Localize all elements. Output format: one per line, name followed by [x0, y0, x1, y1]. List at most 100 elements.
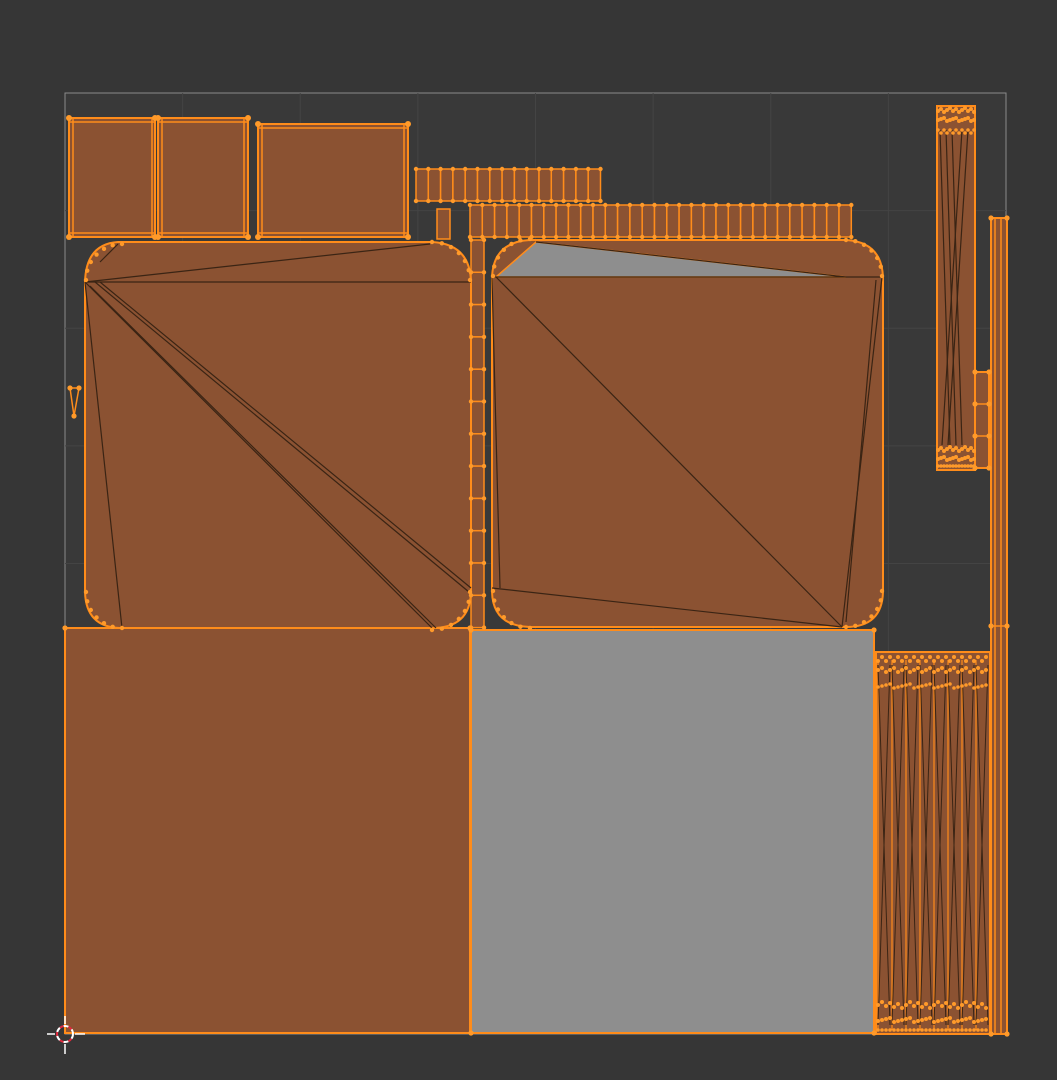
uv-strip-row-top[interactable] [415, 168, 602, 202]
strip-cell [452, 168, 466, 202]
uv-vertex [969, 446, 973, 450]
uv-vertex [972, 1001, 976, 1005]
uv-vertex [976, 1028, 980, 1032]
uv-island-rounded-right[interactable] [491, 239, 884, 628]
uv-vertex [956, 659, 960, 663]
uv-vertex [578, 202, 583, 208]
uv-island-bottom-left[interactable] [64, 627, 471, 1034]
uv-vertex [664, 202, 669, 208]
uv-vertex [615, 202, 620, 208]
uv-vertex [245, 234, 251, 240]
uv-vertex [939, 131, 943, 135]
uv-vertex [879, 273, 885, 279]
uv-vertex [110, 243, 115, 248]
uv-vertex [492, 264, 497, 269]
uv-vertex [836, 234, 842, 240]
uv-vertex [853, 623, 858, 628]
uv-vertex [62, 625, 68, 631]
uv-island-rounded-left[interactable] [84, 241, 472, 629]
uv-vertex [954, 455, 958, 459]
uv-vertex [972, 457, 976, 461]
uv-vertex [972, 401, 978, 407]
rounded-face-left[interactable] [84, 241, 472, 629]
uv-vertex [876, 1028, 880, 1032]
uv-vertex [504, 202, 510, 208]
strip-cell [436, 208, 451, 240]
uv-vertex [944, 1017, 948, 1021]
uv-vertex [908, 659, 912, 663]
uv-vertex [664, 234, 669, 240]
uv-vertex [463, 166, 468, 172]
uv-vertex [968, 1016, 972, 1020]
uv-island-small-boxes[interactable] [68, 117, 409, 238]
strip-cell [629, 204, 643, 238]
uv-vertex [689, 202, 694, 208]
uv-vertex [871, 627, 877, 633]
strip-cell [470, 497, 485, 532]
small-strip-cells[interactable] [974, 371, 990, 469]
uv-vertex [467, 277, 473, 283]
uv-vertex [984, 1006, 988, 1010]
uv-vertex [463, 198, 468, 204]
uv-vertex [499, 198, 505, 204]
uv-vertex [988, 215, 994, 221]
uv-box-2[interactable] [157, 117, 249, 238]
uv-box-1[interactable] [68, 117, 156, 238]
uv-vertex [932, 1028, 936, 1032]
uv-vertex [920, 655, 924, 659]
uv-vertex [578, 234, 583, 240]
strip-cell [525, 168, 540, 202]
uv-vertex [481, 367, 487, 372]
uv-vertex [952, 686, 956, 690]
uv-vertex [549, 198, 554, 204]
uv-vertex [980, 684, 984, 688]
uv-vertex [920, 1028, 924, 1032]
uv-vertex [468, 463, 474, 469]
uv-vertex [490, 273, 496, 279]
uv-vertex [439, 241, 445, 246]
uv-vertex [960, 1018, 964, 1022]
strip-cell [493, 204, 508, 238]
uv-vertex [884, 670, 888, 674]
uv-strip-row-long[interactable] [436, 204, 853, 240]
uv-vertex [492, 234, 497, 240]
uv-vertex [928, 666, 932, 670]
uv-island-zigzag-strips[interactable] [875, 651, 991, 1035]
uv-vertex [524, 198, 529, 204]
uv-vertex [67, 385, 73, 391]
strip-cell [727, 204, 742, 238]
uv-vertex [952, 1028, 956, 1032]
uv-vertex [518, 624, 523, 629]
uv-canvas[interactable] [0, 0, 1057, 1080]
uv-vertex [976, 655, 980, 659]
uv-vertex [468, 334, 474, 340]
rounded-face-right[interactable] [491, 239, 884, 628]
uv-vertex [487, 166, 492, 172]
uv-vertex [824, 234, 829, 240]
uv-vertex [972, 1028, 976, 1032]
strip-cell [739, 204, 754, 238]
uv-vertex [83, 277, 89, 283]
uv-vertex [888, 1016, 892, 1020]
uv-vertex [896, 685, 900, 689]
uv-box-3[interactable] [257, 123, 409, 238]
uv-vertex [948, 1016, 952, 1020]
uv-vertex [603, 234, 608, 240]
uv-vertex [468, 302, 474, 307]
tall-strip-group[interactable] [936, 105, 976, 471]
uv-vertex [940, 684, 944, 688]
uv-vertex [948, 1005, 952, 1009]
uv-vertex [475, 198, 480, 204]
uv-editor-viewport[interactable] [0, 0, 1057, 1080]
strip-cell [518, 204, 533, 238]
strip-cell [470, 465, 485, 500]
uv-vertex [948, 1028, 952, 1032]
uv-vertex [450, 166, 456, 172]
uv-vertex [972, 118, 976, 122]
unselected-face-large[interactable] [470, 629, 875, 1034]
uv-vertex [936, 128, 940, 132]
uv-vertex [912, 668, 916, 672]
uv-vertex [876, 1003, 880, 1007]
uv-vertex [869, 614, 874, 619]
uv-vertex [948, 668, 952, 672]
